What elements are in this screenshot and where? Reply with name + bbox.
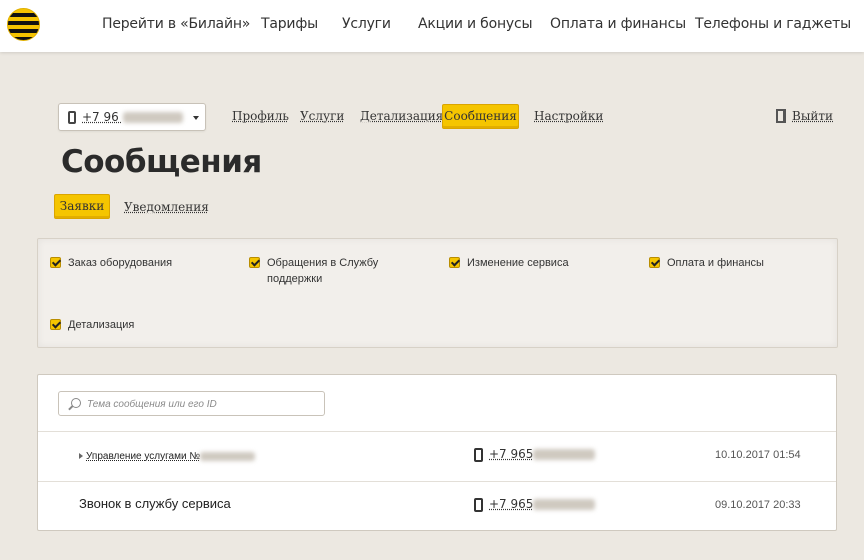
search-icon: [71, 398, 81, 408]
phone-number-select[interactable]: +7 96: [58, 103, 206, 131]
mobile-phone-icon: [68, 111, 76, 124]
subnav-services[interactable]: Услуги: [300, 109, 344, 123]
tab-notifications[interactable]: Уведомления: [124, 200, 209, 214]
message-phone[interactable]: +7 965: [489, 447, 596, 461]
message-subject[interactable]: Управление услугами №: [86, 451, 256, 462]
tab-requests[interactable]: Заявки: [54, 194, 110, 219]
nav-item-tariffs[interactable]: Тарифы: [261, 16, 318, 32]
category-filters: Заказ оборудования Обращения в Службу по…: [37, 238, 838, 348]
redacted-text: [122, 112, 183, 123]
mobile-phone-icon: [474, 448, 483, 462]
exit-door-icon[interactable]: [776, 109, 786, 123]
nav-item-payment[interactable]: Оплата и финансы: [550, 16, 686, 32]
subnav-messages-label: Сообщения: [444, 109, 517, 123]
nav-item-go-to-beeline[interactable]: Перейти в «Билайн»: [102, 16, 250, 32]
subnav-settings[interactable]: Настройки: [534, 109, 603, 123]
checkbox-checked[interactable]: [649, 257, 660, 268]
message-phone[interactable]: +7 965: [489, 497, 596, 511]
filter-label: Детализация: [68, 319, 135, 331]
mobile-phone-icon: [474, 498, 483, 512]
nav-item-promos[interactable]: Акции и бонусы: [418, 16, 533, 32]
expand-arrow-icon[interactable]: [79, 453, 83, 459]
message-row[interactable]: Управление услугами № +7 965 10.10.2017 …: [38, 431, 836, 481]
checkbox-checked[interactable]: [249, 257, 260, 268]
main-nav: Перейти в «Билайн» Тарифы Услуги Акции и…: [0, 0, 864, 52]
message-subject[interactable]: Звонок в службу сервиса: [79, 496, 231, 511]
subnav-details[interactable]: Детализация: [360, 109, 443, 123]
messages-list: Управление услугами № +7 965 10.10.2017 …: [37, 374, 837, 531]
logout-link[interactable]: Выйти: [792, 109, 833, 123]
redacted-text: [533, 499, 596, 510]
page-title: Сообщения: [61, 144, 262, 180]
top-navigation-bar: Перейти в «Билайн» Тарифы Услуги Акции и…: [0, 0, 864, 52]
message-row[interactable]: Звонок в службу сервиса +7 965 09.10.201…: [38, 481, 836, 531]
phone-number: +7 96: [82, 110, 183, 124]
filter-label: Заказ оборудования: [68, 257, 173, 269]
filter-label: Обращения в Службу поддержки: [267, 257, 379, 285]
checkbox-checked[interactable]: [449, 257, 460, 268]
checkbox-checked[interactable]: [50, 257, 61, 268]
chevron-down-icon: [193, 116, 199, 120]
subnav-profile[interactable]: Профиль: [232, 109, 289, 123]
message-date: 09.10.2017 20:33: [715, 499, 801, 511]
redacted-text: [200, 451, 256, 461]
search-input[interactable]: [87, 395, 317, 413]
filter-label: Оплата и финансы: [667, 257, 764, 269]
nav-item-services[interactable]: Услуги: [342, 16, 391, 32]
filter-label: Изменение сервиса: [467, 257, 569, 269]
redacted-text: [533, 449, 596, 460]
checkbox-checked[interactable]: [50, 319, 61, 330]
message-search[interactable]: [58, 391, 325, 416]
nav-item-phones[interactable]: Телефоны и гаджеты: [695, 16, 851, 32]
subnav-messages-active[interactable]: Сообщения: [442, 104, 519, 129]
message-date: 10.10.2017 01:54: [715, 449, 801, 461]
